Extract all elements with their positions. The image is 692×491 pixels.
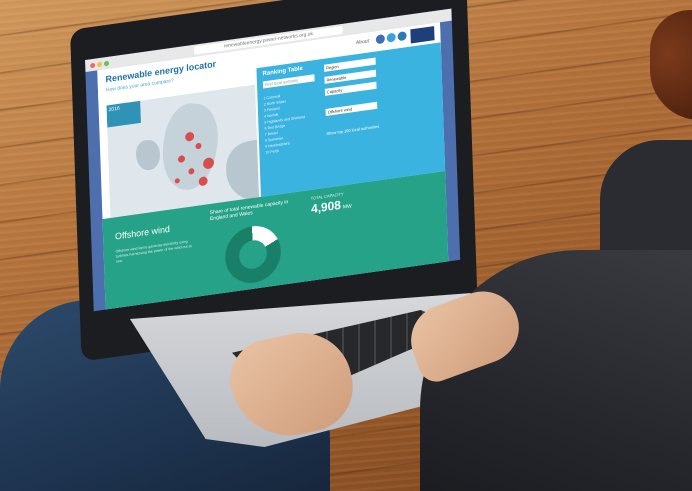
ranking-list: 1 Cornwall 2 North Wales 3 Fenland 4 Nor…	[263, 90, 306, 156]
technology-description: Offshore wind farms generate electricity…	[115, 239, 192, 264]
authority-search-input[interactable]: Find local authority	[262, 74, 315, 89]
capacity-dropdown[interactable]: Capacity	[324, 81, 377, 96]
technology-dropdown[interactable]: Offshore wind	[325, 101, 378, 117]
twitter-icon[interactable]	[386, 32, 396, 43]
total-capacity-number: 4,908	[310, 197, 342, 217]
minimize-window-dot[interactable]	[97, 61, 103, 68]
year-tab-label: 2016	[108, 105, 120, 114]
laptop-screen: renewableenergy.power-networks.org.uk Re…	[85, 8, 461, 312]
technology-title: Offshore wind	[114, 223, 171, 242]
map-bubble[interactable]	[202, 157, 215, 170]
map-panel[interactable]: 2016	[106, 84, 259, 218]
maximize-window-dot[interactable]	[103, 60, 110, 67]
map-land-europe	[225, 135, 259, 205]
close-window-dot[interactable]	[90, 62, 96, 69]
total-capacity-unit: MW	[342, 203, 352, 211]
ranking-table-panel: Ranking Table Find local authority 1 Cor…	[256, 42, 446, 197]
ranking-note[interactable]: Show top 100 local authorities	[326, 124, 379, 136]
map-land-ireland	[135, 138, 161, 172]
facebook-icon[interactable]	[375, 34, 385, 45]
about-link[interactable]: About	[356, 38, 369, 46]
map-land-great-britain	[155, 101, 225, 192]
web-page: Renewable energy locator How does your a…	[97, 22, 449, 310]
share-donut-chart	[224, 222, 282, 287]
year-tab[interactable]: 2016	[106, 100, 141, 128]
map-bubble[interactable]	[198, 176, 208, 187]
photo-scene: renewableenergy.power-networks.org.uk Re…	[0, 0, 692, 491]
share-label: Share of total renewable capacity in Eng…	[209, 199, 289, 223]
brand-logo	[410, 26, 435, 44]
linkedin-icon[interactable]	[397, 30, 407, 42]
